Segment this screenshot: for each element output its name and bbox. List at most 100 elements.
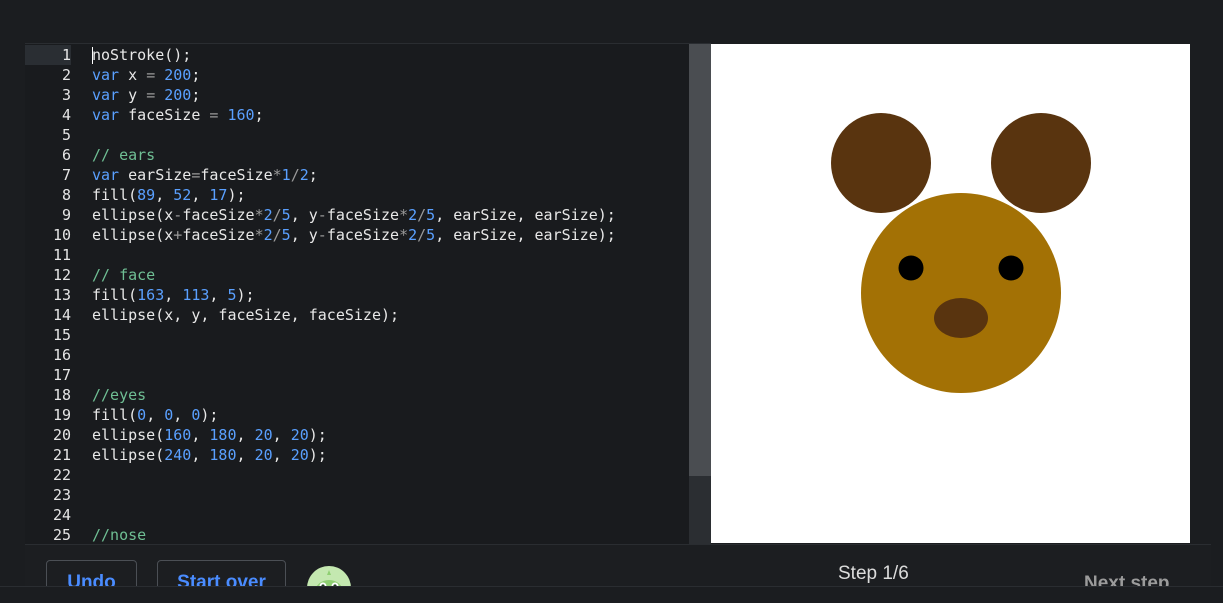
code-token: var bbox=[92, 86, 120, 104]
line-number-text: 7 bbox=[61, 166, 71, 184]
code-token: - bbox=[173, 206, 183, 224]
code-text: ellipse(x-faceSize*2/5, y-faceSize*2/5, … bbox=[92, 205, 616, 225]
code-line[interactable]: 15 bbox=[25, 325, 689, 345]
line-number: 6 bbox=[25, 145, 71, 165]
code-token: , bbox=[272, 426, 291, 444]
code-area[interactable]: 1 noStroke(); 2 var x = 200; 3 var y = 200; 4 v… bbox=[25, 44, 689, 545]
code-token: , bbox=[272, 446, 291, 464]
code-line[interactable]: 1 noStroke(); bbox=[25, 45, 689, 65]
line-number-text: 12 bbox=[52, 266, 71, 284]
code-line[interactable]: 17 bbox=[25, 365, 689, 385]
code-token: 17 bbox=[209, 186, 228, 204]
line-number: 10 bbox=[25, 225, 71, 245]
code-token: * bbox=[399, 226, 409, 244]
code-text: fill(89, 52, 17); bbox=[92, 185, 246, 205]
code-text: var x = 200; bbox=[92, 65, 200, 85]
code-line[interactable]: 22 bbox=[25, 465, 689, 485]
code-line[interactable]: 11 bbox=[25, 245, 689, 265]
code-line[interactable]: 3 var y = 200; bbox=[25, 85, 689, 105]
code-token: 2 bbox=[408, 226, 418, 244]
code-line[interactable]: 13 fill(163, 113, 5); bbox=[25, 285, 689, 305]
code-token: var bbox=[92, 106, 120, 124]
line-number-text: 17 bbox=[52, 366, 71, 384]
code-line[interactable]: 16 bbox=[25, 345, 689, 365]
code-text: fill(0, 0, 0); bbox=[92, 405, 218, 425]
line-number-text: 10 bbox=[52, 226, 71, 244]
code-token: , bbox=[191, 186, 210, 204]
code-editor[interactable]: 1 noStroke(); 2 var x = 200; 3 var y = 200; 4 v… bbox=[25, 43, 711, 545]
code-token: = bbox=[146, 86, 156, 104]
line-number-text: 24 bbox=[52, 506, 71, 524]
line-number-text: 9 bbox=[61, 206, 71, 224]
line-number-text: 25 bbox=[52, 526, 71, 544]
code-token: ); bbox=[308, 446, 327, 464]
top-bar bbox=[0, 0, 1223, 43]
code-token: 20 bbox=[290, 426, 309, 444]
code-line[interactable]: 7 var earSize=faceSize*1/2; bbox=[25, 165, 689, 185]
code-token: 160 bbox=[227, 106, 255, 124]
code-line[interactable]: 20 ellipse(160, 180, 20, 20); bbox=[25, 425, 689, 445]
code-token: faceSize bbox=[200, 166, 273, 184]
code-line[interactable]: 12 // face bbox=[25, 265, 689, 285]
code-token: , y bbox=[290, 226, 318, 244]
code-token: earSize bbox=[119, 166, 192, 184]
line-number: 19 bbox=[25, 405, 71, 425]
code-token: ellipse(x bbox=[92, 206, 174, 224]
code-token: ; bbox=[308, 166, 318, 184]
code-text: // ears bbox=[92, 145, 155, 165]
bear-face bbox=[861, 193, 1061, 393]
code-token: 1 bbox=[281, 166, 291, 184]
line-number: 8 bbox=[25, 185, 71, 205]
line-number: 9 bbox=[25, 205, 71, 225]
line-number: 20 bbox=[25, 425, 71, 445]
code-token: //nose bbox=[92, 526, 147, 544]
bear-nose bbox=[934, 298, 988, 338]
code-line[interactable]: 19 fill(0, 0, 0); bbox=[25, 405, 689, 425]
left-eye bbox=[898, 255, 924, 281]
code-token: ); bbox=[236, 286, 255, 304]
code-line[interactable]: 23 bbox=[25, 485, 689, 505]
code-token: * bbox=[254, 206, 264, 224]
code-text: fill(163, 113, 5); bbox=[92, 285, 255, 305]
editor-scrollbar-thumb[interactable] bbox=[689, 44, 711, 476]
code-token: , y bbox=[290, 206, 318, 224]
code-token: 200 bbox=[164, 66, 192, 84]
code-token: ellipse(x, y, faceSize, faceSize); bbox=[92, 306, 400, 324]
code-line[interactable]: 14 ellipse(x, y, faceSize, faceSize); bbox=[25, 305, 689, 325]
code-line[interactable]: 8 fill(89, 52, 17); bbox=[25, 185, 689, 205]
code-token: / bbox=[272, 226, 282, 244]
code-token: 89 bbox=[137, 186, 156, 204]
line-number: 14 bbox=[25, 305, 71, 325]
code-token: 180 bbox=[209, 426, 237, 444]
line-number: 13 bbox=[25, 285, 71, 305]
code-line[interactable]: 18 //eyes bbox=[25, 385, 689, 405]
line-number: 1 bbox=[25, 45, 71, 65]
code-token: , bbox=[191, 446, 210, 464]
code-token: 20 bbox=[290, 446, 309, 464]
code-line[interactable]: 21 ellipse(240, 180, 20, 20); bbox=[25, 445, 689, 465]
code-line[interactable]: 6 // ears bbox=[25, 145, 689, 165]
code-line[interactable]: 4 var faceSize = 160; bbox=[25, 105, 689, 125]
line-number: 16 bbox=[25, 345, 71, 365]
code-token: faceSize bbox=[119, 106, 210, 124]
code-token: 2 bbox=[408, 206, 418, 224]
code-text: // face bbox=[92, 265, 155, 285]
code-line[interactable]: 24 bbox=[25, 505, 689, 525]
code-line[interactable]: 25 //nose bbox=[25, 525, 689, 545]
code-token: , earSize, earSize); bbox=[435, 206, 616, 224]
code-token: , bbox=[173, 406, 192, 424]
line-number-text: 16 bbox=[52, 346, 71, 364]
code-line[interactable]: 10 ellipse(x+faceSize*2/5, y-faceSize*2/5… bbox=[25, 225, 689, 245]
code-line[interactable]: 5 bbox=[25, 125, 689, 145]
line-number: 3 bbox=[25, 85, 71, 105]
code-line[interactable]: 9 ellipse(x-faceSize*2/5, y-faceSize*2/5,… bbox=[25, 205, 689, 225]
line-number-text: 2 bbox=[61, 66, 71, 84]
line-number-text: 4 bbox=[61, 106, 71, 124]
line-number-text: 18 bbox=[52, 386, 71, 404]
code-line[interactable]: 2 var x = 200; bbox=[25, 65, 689, 85]
code-token: , bbox=[164, 286, 183, 304]
code-text: ellipse(x+faceSize*2/5, y-faceSize*2/5, … bbox=[92, 225, 616, 245]
line-number: 2 bbox=[25, 65, 71, 85]
code-token: + bbox=[173, 226, 183, 244]
